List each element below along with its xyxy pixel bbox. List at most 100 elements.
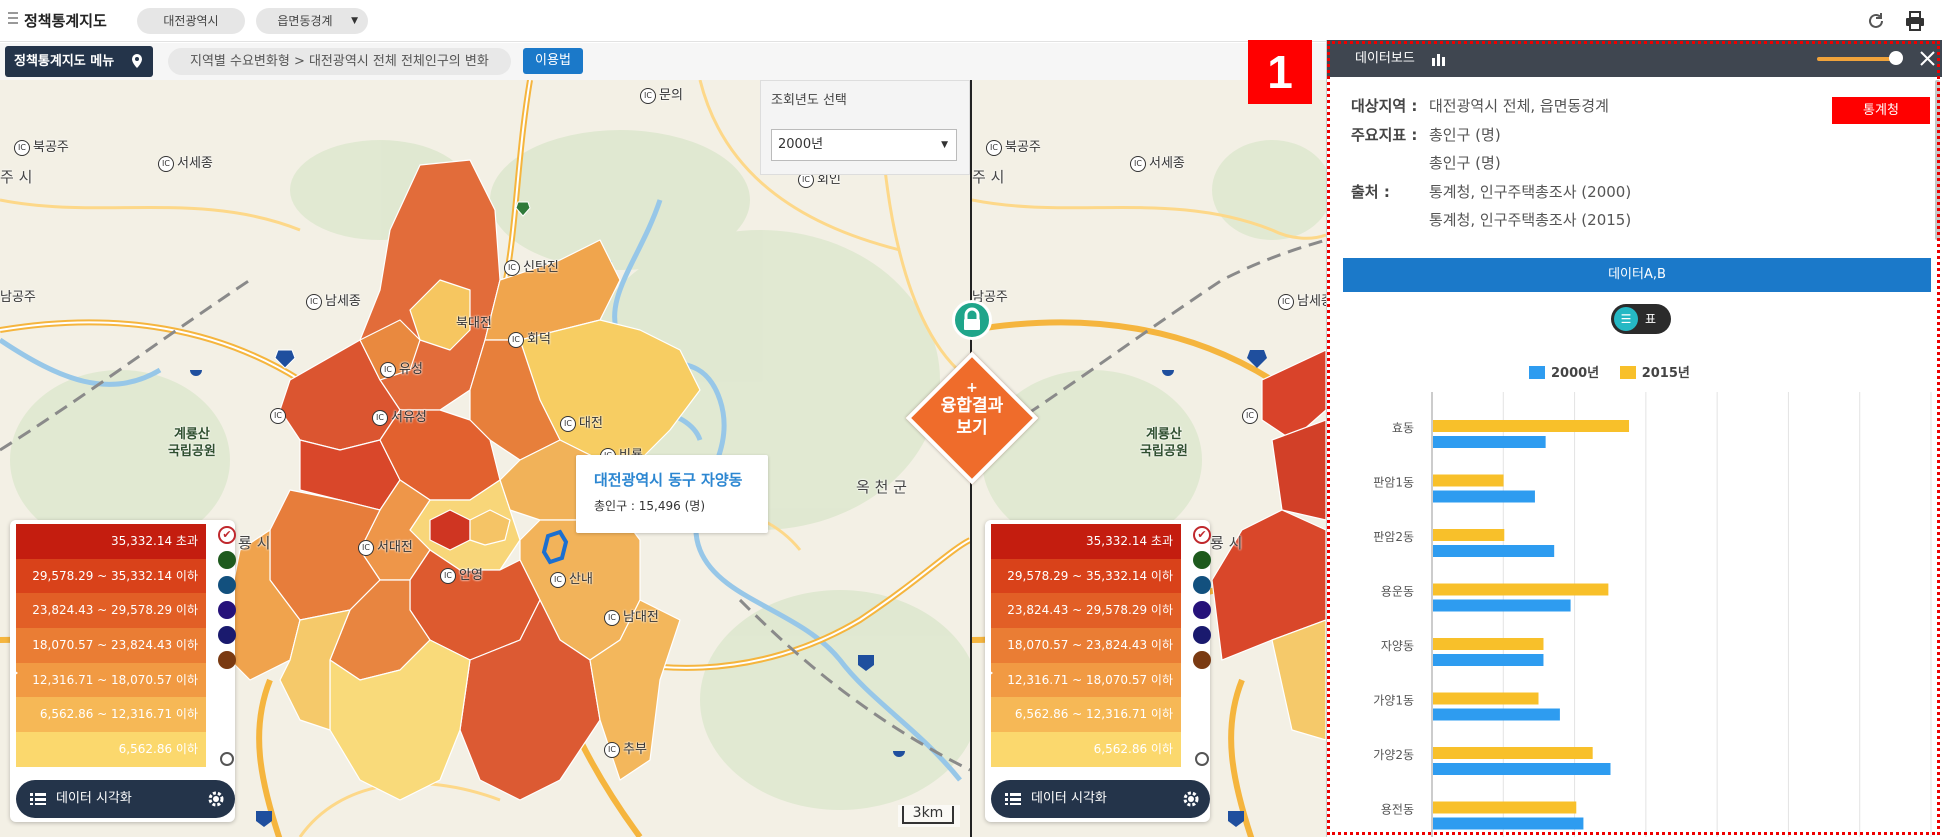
palette-dot[interactable] [1193, 626, 1211, 644]
year-select[interactable]: 2000년 ▼ [771, 129, 957, 161]
map-label-anyeong: IC 안영 [440, 564, 483, 584]
no-entry-icon[interactable] [220, 752, 234, 766]
viz-button-label: 데이터 시각화 [56, 791, 132, 806]
map-b-label-sangjae: IC [1242, 408, 1261, 424]
legend-item-2015[interactable]: 2015년 [1619, 362, 1690, 381]
gear-icon[interactable] [207, 790, 225, 808]
legend-row[interactable]: 35,332.14 초과 [16, 524, 206, 559]
palette-dot[interactable] [218, 551, 236, 569]
checkmark-icon[interactable]: ✔ [218, 526, 236, 544]
map-label-text: 서대전 [377, 540, 413, 555]
ic-badge: IC [372, 409, 388, 426]
park-line: 계룡산 [1145, 427, 1182, 442]
data-visualization-button[interactable]: 데이터 시각화 [991, 780, 1210, 818]
ic-badge: IC [604, 741, 620, 758]
refresh-icon[interactable] [1865, 10, 1887, 32]
data-visualization-button[interactable]: 데이터 시각화 [16, 780, 235, 818]
level-select[interactable]: 읍면동경계 ▼ [256, 8, 368, 34]
legend-row[interactable]: 23,824.43 ~ 29,578.29 이하 [16, 593, 206, 629]
palette-dot[interactable] [218, 601, 236, 619]
tooltip-title: 대전광역시 동구 자양동 [594, 471, 743, 489]
checkmark-icon[interactable]: ✔ [1193, 526, 1211, 544]
bar-2000[interactable] [1433, 763, 1611, 775]
policy-map-menu-button[interactable]: 정책통계지도 메뉴 [5, 46, 153, 77]
chart-table-toggle[interactable]: ☰ 표 [1611, 304, 1671, 334]
legend-label: 2015년 [1641, 366, 1690, 381]
legend-row[interactable]: 12,316.71 ~ 18,070.57 이하 [991, 662, 1181, 698]
bar-2000[interactable] [1433, 708, 1560, 721]
bar-2000[interactable] [1433, 436, 1546, 448]
legend-row[interactable]: 6,562.86 이하 [16, 732, 206, 767]
bar-2000[interactable] [1433, 545, 1555, 557]
fusion-result-button[interactable]: + 융합결과 보기 [905, 351, 1039, 485]
map-label-text: 서세종 [177, 156, 213, 171]
map-b-label-si: 주 시 [972, 168, 1005, 186]
legend-row[interactable]: 23,824.43 ~ 29,578.29 이하 [991, 593, 1181, 629]
statistics-korea-button[interactable]: 통계청 [1832, 97, 1930, 124]
palette-dot[interactable] [1193, 576, 1211, 594]
map-label-munui: IC 문의 [640, 84, 683, 104]
legend-item-2000[interactable]: 2000년 [1529, 362, 1599, 381]
legend-row[interactable]: 29,578.29 ~ 35,332.14 이하 [991, 558, 1181, 594]
legend-row[interactable]: 6,562.86 ~ 12,316.71 이하 [16, 697, 206, 733]
bar-2015[interactable] [1433, 638, 1544, 650]
bar-2015[interactable] [1433, 801, 1577, 814]
data-ab-tab[interactable]: 데이터A,B [1343, 258, 1931, 292]
gear-icon[interactable] [1182, 790, 1200, 808]
bar-2015[interactable] [1433, 529, 1505, 541]
legend-row[interactable]: 12,316.71 ~ 18,070.57 이하 [16, 662, 206, 698]
map-label-chubu: IC 추부 [604, 738, 647, 758]
fusion-line-2: 보기 [956, 418, 988, 438]
scrollbar[interactable] [1935, 80, 1940, 240]
opacity-slider-handle[interactable] [1889, 51, 1903, 65]
map-label-gyeryongsan-park: 계룡산 국립공원 [168, 426, 216, 460]
legend-row[interactable]: 35,332.14 초과 [991, 524, 1181, 559]
bar-2015[interactable] [1433, 474, 1504, 487]
table-view-label[interactable]: 표 [1645, 304, 1656, 334]
bar-2000[interactable] [1433, 490, 1535, 503]
lock-icon[interactable] [952, 300, 992, 340]
legend-swatch [1619, 366, 1636, 379]
map-label-text: 북공주 [1005, 140, 1041, 155]
chart-view-icon[interactable]: ☰ [1614, 307, 1638, 331]
palette-dot[interactable] [218, 576, 236, 594]
hamburger-icon[interactable] [8, 12, 18, 26]
map-label-si: 주 시 [0, 168, 33, 186]
opacity-slider[interactable] [1817, 57, 1897, 61]
meta-row: 주요지표 : 총인구 (명) [1351, 121, 1631, 150]
meta-value: 총인구 (명) [1429, 154, 1501, 172]
bar-2000[interactable] [1433, 817, 1584, 830]
map-label-bukdaejeon: 북대전 [456, 316, 492, 331]
legend-row[interactable]: 29,578.29 ~ 35,332.14 이하 [16, 558, 206, 594]
region-select[interactable]: 대전광역시 [137, 8, 245, 34]
meta-row: 통계청, 인구주택총조사 (2015) [1351, 206, 1631, 235]
ic-badge: IC [270, 408, 286, 424]
color-palette: ✔ [1193, 526, 1211, 676]
palette-dot[interactable] [1193, 551, 1211, 569]
legend-row[interactable]: 6,562.86 이하 [991, 732, 1181, 767]
palette-dot[interactable] [218, 651, 236, 669]
bar-2015[interactable] [1433, 692, 1539, 705]
legend-row[interactable]: 18,070.57 ~ 23,824.43 이하 [991, 628, 1181, 663]
ic-badge: IC [306, 293, 322, 310]
ic-badge: IC [550, 571, 566, 588]
print-icon[interactable] [1904, 10, 1926, 32]
palette-dot[interactable] [218, 626, 236, 644]
palette-dot[interactable] [1193, 651, 1211, 669]
meta-value: 통계청, 인구주택총조사 (2000) [1429, 182, 1632, 201]
bar-2015[interactable] [1433, 583, 1609, 596]
fusion-line-1: 융합결과 [940, 396, 1004, 416]
bar-2015[interactable] [1433, 420, 1630, 432]
chart-legend: 2000년 2015년 [1529, 362, 1706, 381]
no-entry-icon[interactable] [1195, 752, 1209, 766]
bar-2000[interactable] [1433, 654, 1544, 666]
map-label-text: 남세종 [1297, 294, 1326, 309]
bar-2000[interactable] [1433, 599, 1571, 612]
legend-rows: 35,332.14 초과 29,578.29 ~ 35,332.14 이하 23… [16, 524, 206, 767]
legend-row[interactable]: 18,070.57 ~ 23,824.43 이하 [16, 628, 206, 663]
legend-row[interactable]: 6,562.86 ~ 12,316.71 이하 [991, 697, 1181, 733]
palette-dot[interactable] [1193, 601, 1211, 619]
bar-2015[interactable] [1433, 747, 1593, 759]
close-icon[interactable] [1919, 50, 1936, 67]
usage-guide-button[interactable]: 이용법 [523, 48, 583, 74]
